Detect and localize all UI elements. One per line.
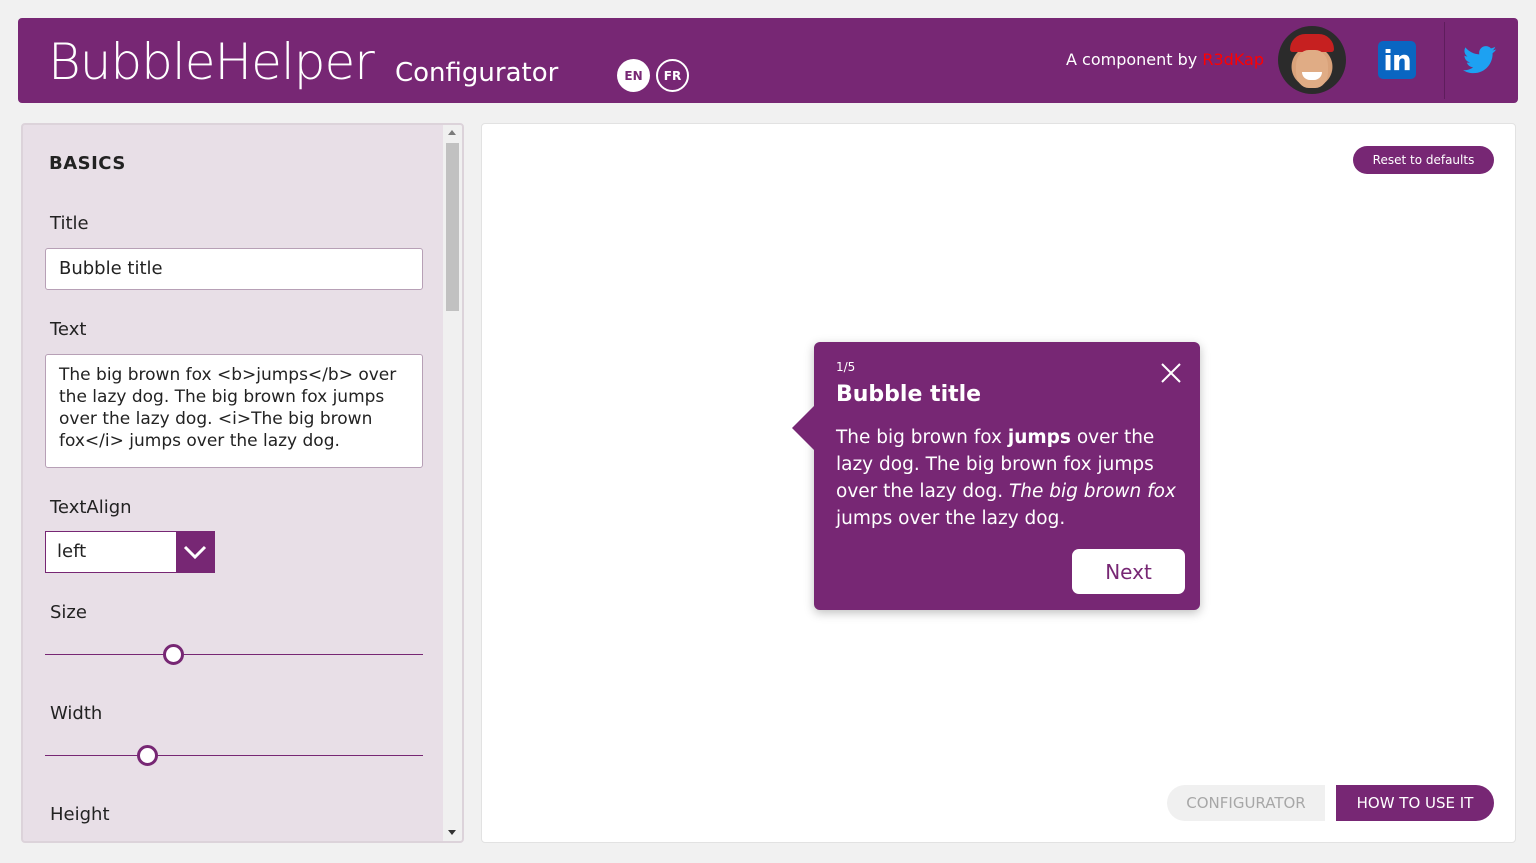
scroll-up-icon[interactable] [448,130,456,135]
close-icon[interactable] [1160,362,1182,384]
reset-defaults-button[interactable]: Reset to defaults [1353,146,1494,174]
dropdown-toggle[interactable] [176,532,214,572]
linkedin-icon[interactable]: in [1378,41,1416,79]
twitter-button[interactable] [1444,22,1516,99]
language-en-button[interactable]: EN [617,59,650,92]
height-label: Height [50,804,110,825]
bubble-text: The big brown fox jumps over the lazy do… [836,424,1176,532]
size-slider-track[interactable] [45,654,423,655]
credit-prefix: A component by [1066,50,1198,69]
title-input[interactable]: Bubble title [45,248,423,290]
twitter-icon [1463,46,1497,74]
textalign-label: TextAlign [50,497,132,518]
textalign-value: left [57,541,87,562]
tab-configurator[interactable]: CONFIGURATOR [1167,785,1325,821]
bubble-step: 1/5 [836,360,856,374]
settings-panel: BASICS Title Bubble title Text The big b… [21,123,464,843]
bubble-pointer [792,406,814,450]
preview-panel: Reset to defaults 1/5 Bubble title The b… [481,123,1516,843]
bubble-text-part: The big brown fox [836,427,1008,448]
bubble-text-part: jumps over the lazy dog. [836,508,1066,529]
scroll-thumb[interactable] [446,143,459,311]
width-slider-thumb[interactable] [136,745,158,766]
bubble-text-bold: jumps [1007,427,1071,448]
bubble-text-italic: The big brown fox [1008,481,1176,502]
app-header: BubbleHelper Configurator EN FR A compon… [18,18,1518,103]
app-title: BubbleHelper [48,33,375,91]
language-fr-button[interactable]: FR [656,59,689,92]
bubble-preview: 1/5 Bubble title The big brown fox jumps… [792,342,1200,610]
tab-how-to-use[interactable]: HOW TO USE IT [1336,785,1494,821]
title-label: Title [50,213,89,234]
size-slider-thumb[interactable] [163,644,185,665]
avatar-face [1296,50,1328,88]
credit-text: A component by R3dKap [1066,49,1264,71]
size-label: Size [50,602,87,623]
width-slider-track[interactable] [45,755,423,756]
width-label: Width [50,703,103,724]
scroll-down-icon[interactable] [448,830,456,835]
author-avatar [1278,26,1346,94]
section-title: BASICS [49,153,126,174]
chevron-down-icon [183,545,207,560]
text-label: Text [50,319,87,340]
next-button[interactable]: Next [1072,549,1185,594]
panel-scrollbar[interactable] [443,125,462,841]
bubble-title: Bubble title [836,382,982,407]
app-subtitle: Configurator [395,58,559,88]
author-link[interactable]: R3dKap [1202,50,1264,69]
text-textarea[interactable]: The big brown fox <b>jumps</b> over the … [45,354,423,468]
textalign-dropdown[interactable]: left [45,531,215,573]
